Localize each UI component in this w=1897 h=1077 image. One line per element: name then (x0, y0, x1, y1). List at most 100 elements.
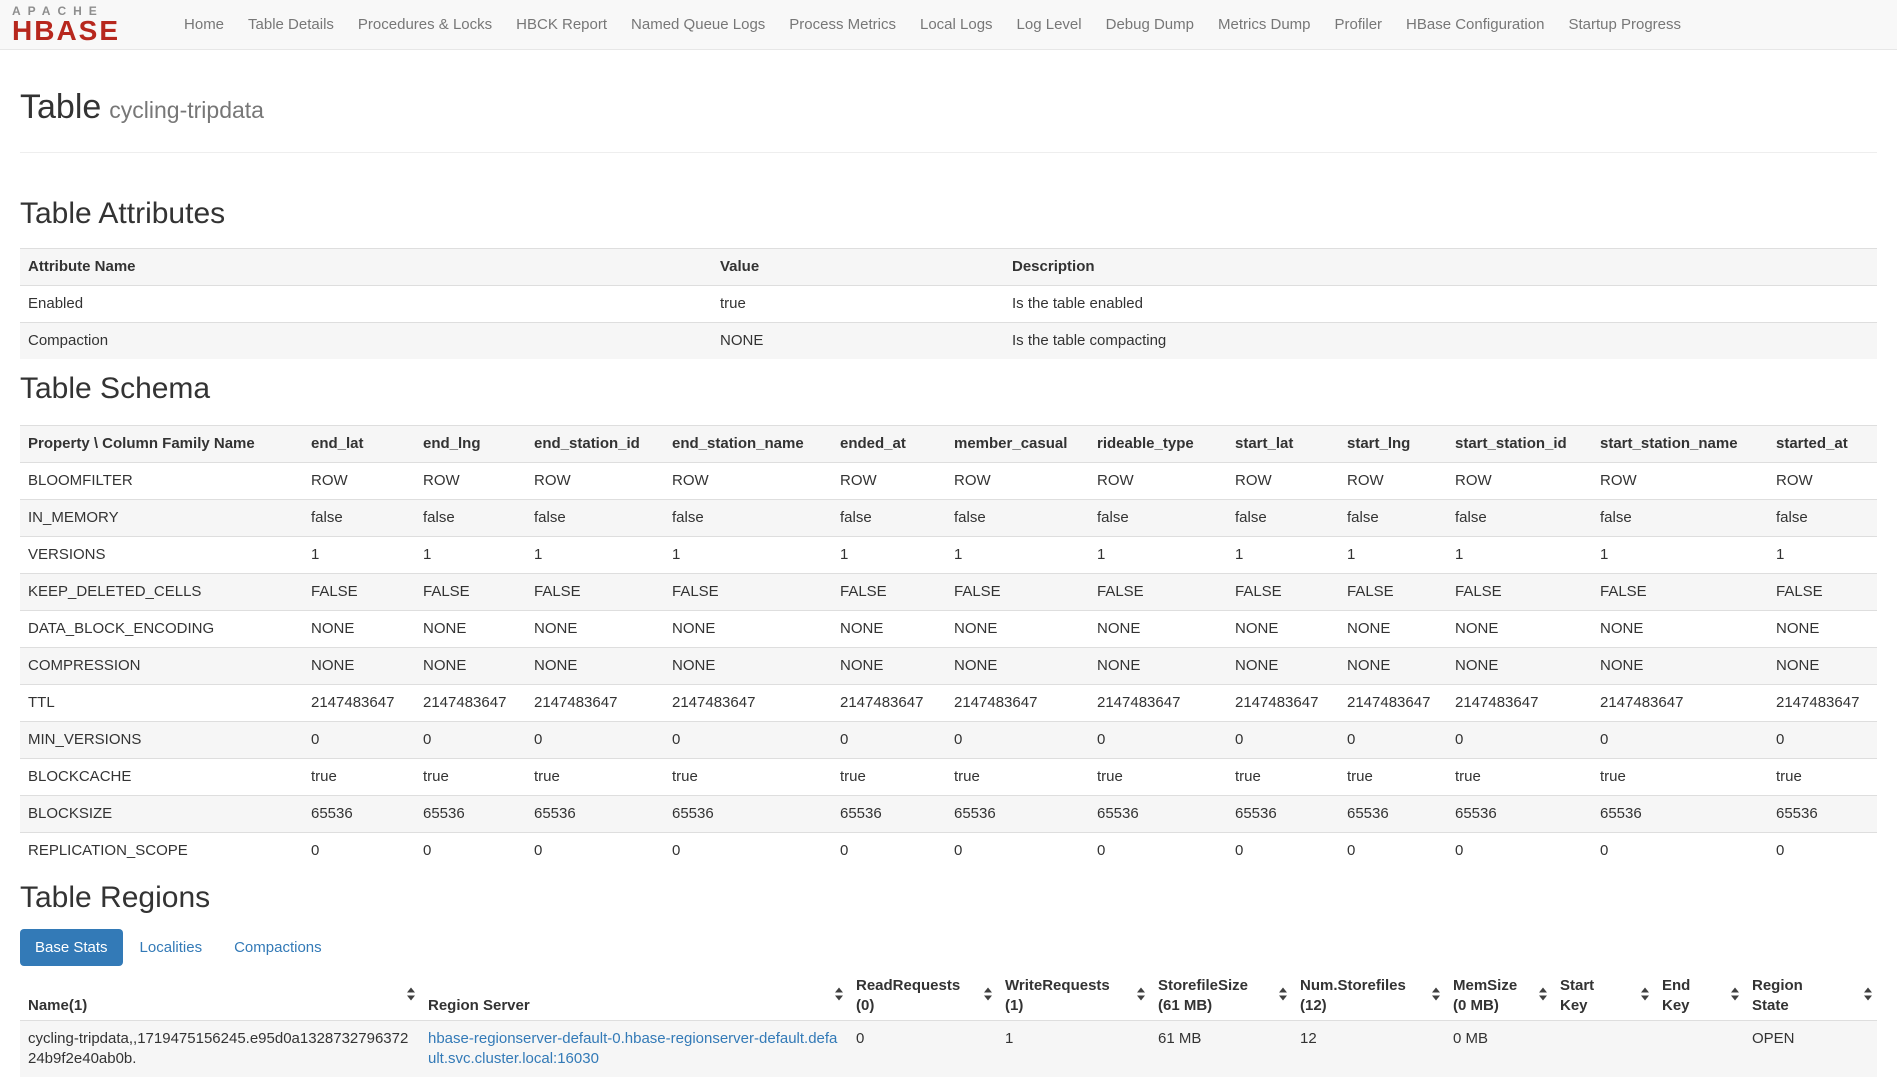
schema-value-cell: FALSE (526, 574, 664, 611)
schema-value-cell: NONE (1592, 648, 1768, 685)
schema-family-started-at: started_at (1768, 426, 1877, 463)
region-server-link[interactable]: hbase-regionserver-default-0.hbase-regio… (428, 1030, 837, 1067)
schema-value-cell: NONE (946, 611, 1089, 648)
schema-value-cell: NONE (1227, 648, 1339, 685)
nav-item-startup-progress[interactable]: Startup Progress (1556, 0, 1693, 50)
schema-value-cell: 0 (1339, 722, 1447, 759)
schema-value-cell: 1 (1339, 537, 1447, 574)
sort-icon[interactable] (1641, 988, 1649, 1001)
schema-value-cell: ROW (946, 463, 1089, 500)
nav-item-hbase-configuration[interactable]: HBase Configuration (1394, 0, 1556, 50)
regions-col-mem-size[interactable]: MemSize (0 MB) (1445, 968, 1552, 1021)
nav-item-table-details[interactable]: Table Details (236, 0, 346, 50)
regions-col-num-storefiles[interactable]: Num.Storefiles(12) (1292, 968, 1445, 1021)
regions-col-region-server[interactable]: Region Server (420, 968, 848, 1021)
attribute-name-cell: Compaction (20, 323, 712, 360)
top-navbar: APACHE HBASE HomeTable DetailsProcedures… (0, 0, 1897, 50)
nav-item-home[interactable]: Home (172, 0, 236, 50)
schema-family-rideable-type: rideable_type (1089, 426, 1227, 463)
schema-value-cell: 2147483647 (526, 685, 664, 722)
nav-item-procedures-locks[interactable]: Procedures & Locks (346, 0, 504, 50)
regions-col-label: MemSize (1453, 977, 1517, 994)
schema-value-cell: 0 (1339, 833, 1447, 870)
sort-icon[interactable] (1731, 988, 1739, 1001)
regions-col-label: Key (1662, 997, 1690, 1014)
regions-col-storefile-size[interactable]: StorefileSize(61 MB) (1150, 968, 1292, 1021)
region-name-cell: cycling-tripdata,,1719475156245.e95d0a13… (20, 1021, 420, 1077)
regions-col-end-key[interactable]: EndKey (1654, 968, 1744, 1021)
regions-col-label: (61 MB) (1158, 997, 1212, 1014)
regions-col-read-requests[interactable]: ReadRequests(0) (848, 968, 997, 1021)
schema-value-cell: 0 (1768, 722, 1877, 759)
schema-value-cell: NONE (415, 648, 526, 685)
regions-tab-link-localities[interactable]: Localities (125, 929, 218, 966)
nav-item-metrics-dump[interactable]: Metrics Dump (1206, 0, 1323, 50)
schema-value-cell: false (415, 500, 526, 537)
schema-value-cell: NONE (1768, 611, 1877, 648)
region-start-key-cell (1552, 1021, 1654, 1077)
schema-property-cell: IN_MEMORY (20, 500, 303, 537)
regions-col-region-state[interactable]: RegionState (1744, 968, 1877, 1021)
sort-icon[interactable] (984, 988, 992, 1001)
sort-icon[interactable] (1432, 988, 1440, 1001)
region-storefile-size-cell: 61 MB (1150, 1021, 1292, 1077)
page-title-text: Table (20, 88, 101, 126)
schema-value-cell: FALSE (832, 574, 946, 611)
schema-value-cell: 0 (946, 722, 1089, 759)
schema-value-cell: 0 (1089, 722, 1227, 759)
schema-value-cell: 1 (303, 537, 415, 574)
regions-col-write-requests[interactable]: WriteRequests(1) (997, 968, 1150, 1021)
sort-icon[interactable] (1539, 988, 1547, 1001)
regions-col-name[interactable]: Name(1) (20, 968, 420, 1021)
regions-tab-link-base-stats[interactable]: Base Stats (20, 929, 123, 966)
schema-property-cell: COMPRESSION (20, 648, 303, 685)
sort-icon[interactable] (835, 988, 843, 1001)
schema-value-cell: NONE (1089, 611, 1227, 648)
regions-col-start-key[interactable]: StartKey (1552, 968, 1654, 1021)
schema-value-cell: 1 (415, 537, 526, 574)
nav-item-profiler[interactable]: Profiler (1323, 0, 1395, 50)
schema-value-cell: false (526, 500, 664, 537)
schema-value-cell: ROW (1339, 463, 1447, 500)
table-attributes: Attribute NameValueDescription Enabledtr… (20, 248, 1877, 359)
schema-value-cell: 1 (526, 537, 664, 574)
sort-icon[interactable] (407, 988, 415, 1001)
schema-value-cell: ROW (415, 463, 526, 500)
schema-value-cell: FALSE (664, 574, 832, 611)
schema-value-cell: 1 (832, 537, 946, 574)
schema-value-cell: 65536 (303, 796, 415, 833)
schema-value-cell: 0 (1447, 833, 1592, 870)
regions-tab-link-compactions[interactable]: Compactions (219, 929, 337, 966)
nav-item-process-metrics[interactable]: Process Metrics (777, 0, 908, 50)
schema-value-cell: 2147483647 (1592, 685, 1768, 722)
sort-icon[interactable] (1137, 988, 1145, 1001)
schema-value-cell: 0 (664, 722, 832, 759)
schema-family-end-station-name: end_station_name (664, 426, 832, 463)
schema-value-cell: true (415, 759, 526, 796)
schema-value-cell: ROW (1227, 463, 1339, 500)
schema-value-cell: 0 (1227, 833, 1339, 870)
schema-value-cell: 1 (946, 537, 1089, 574)
nav-item-hbck-report[interactable]: HBCK Report (504, 0, 619, 50)
schema-value-cell: NONE (664, 648, 832, 685)
nav-item-local-logs[interactable]: Local Logs (908, 0, 1005, 50)
schema-value-cell: 2147483647 (415, 685, 526, 722)
nav-item-log-level[interactable]: Log Level (1005, 0, 1094, 50)
sort-icon[interactable] (1279, 988, 1287, 1001)
sort-icon[interactable] (1864, 988, 1872, 1001)
schema-value-cell: 65536 (1089, 796, 1227, 833)
schema-value-cell: NONE (1227, 611, 1339, 648)
regions-col-label: (1) (1005, 997, 1023, 1014)
hbase-logo[interactable]: APACHE HBASE (12, 5, 120, 44)
schema-value-cell: true (303, 759, 415, 796)
regions-col-label: (0 MB) (1453, 997, 1499, 1014)
nav-item-debug-dump[interactable]: Debug Dump (1094, 0, 1206, 50)
schema-family-member-casual: member_casual (946, 426, 1089, 463)
schema-value-cell: ROW (1447, 463, 1592, 500)
schema-value-cell: true (832, 759, 946, 796)
schema-value-cell: 1 (664, 537, 832, 574)
schema-value-cell: NONE (832, 648, 946, 685)
schema-value-cell: true (946, 759, 1089, 796)
schema-value-cell: 65536 (1339, 796, 1447, 833)
nav-item-named-queue-logs[interactable]: Named Queue Logs (619, 0, 777, 50)
